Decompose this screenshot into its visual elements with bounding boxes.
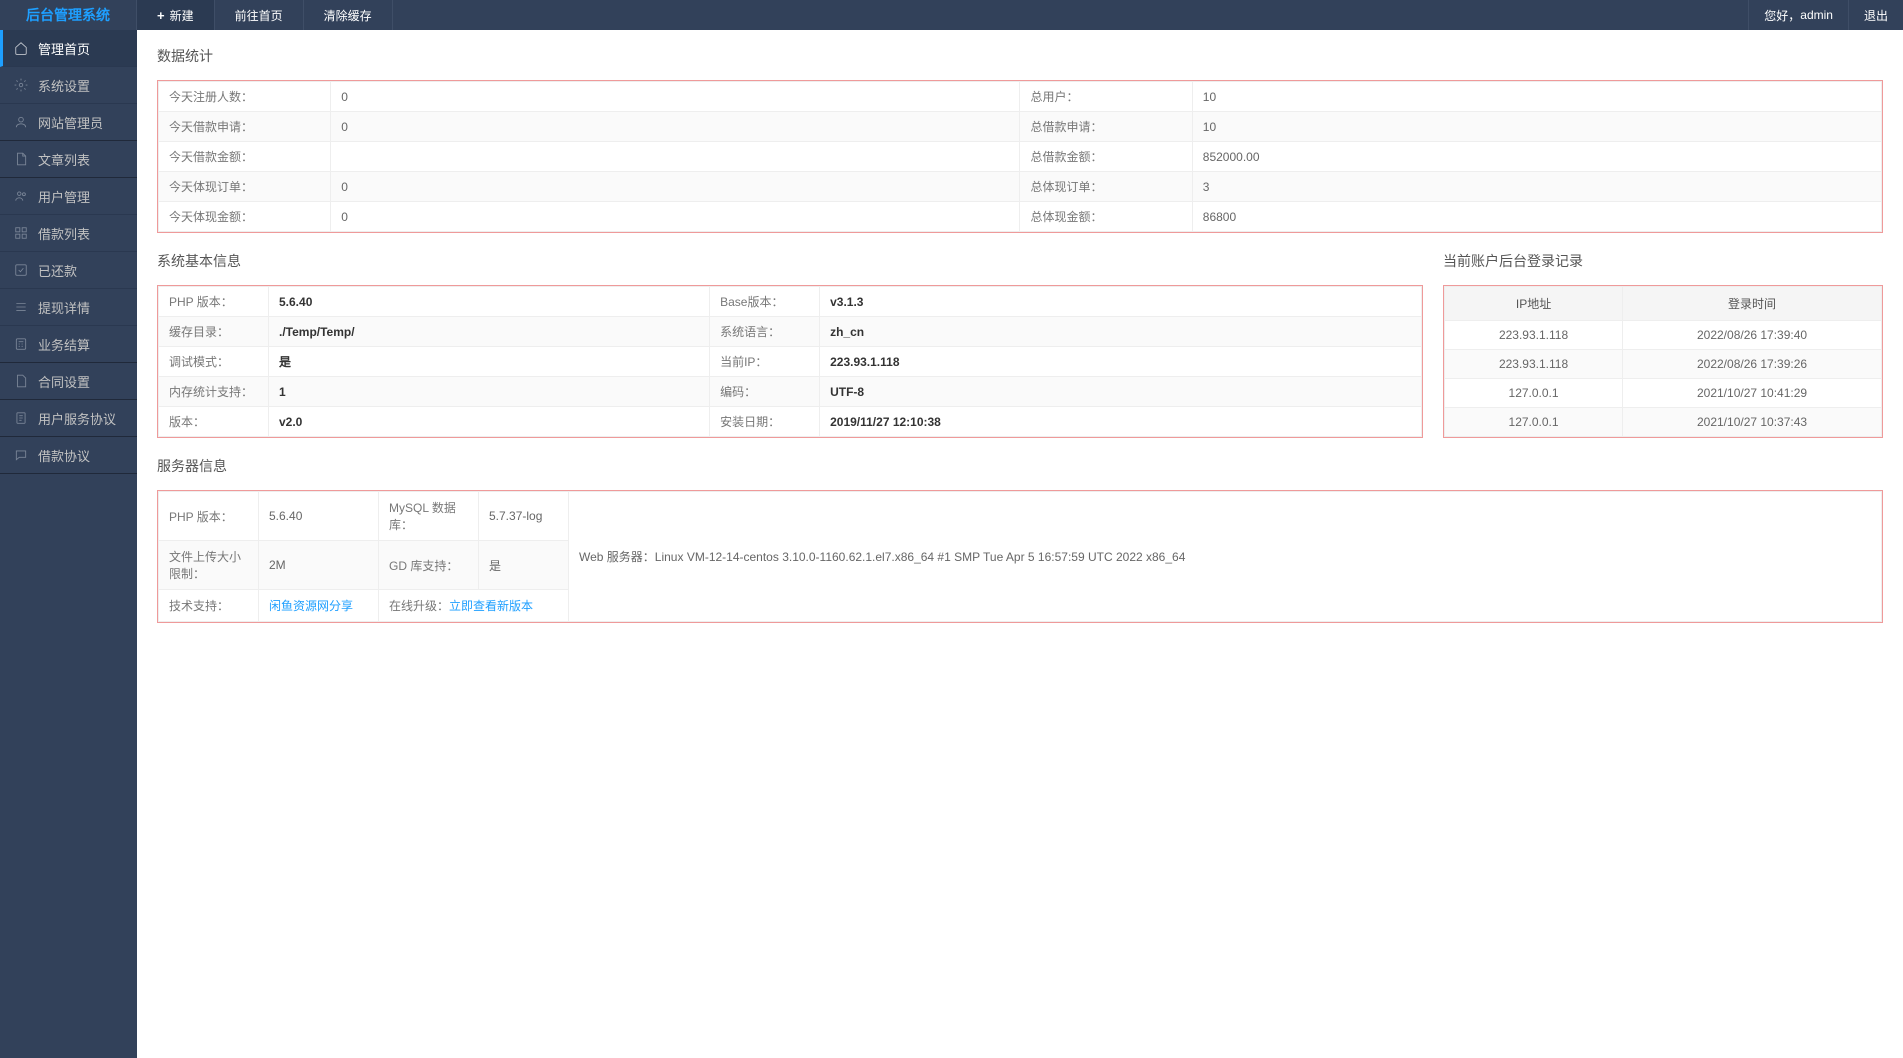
sidebar-item-users[interactable]: 用户管理 xyxy=(0,178,137,215)
sidebar-item-label: 提现详情 xyxy=(38,298,90,317)
sidebar-item-loan-agreement[interactable]: 借款协议 xyxy=(0,437,137,474)
sidebar-item-repaid[interactable]: 已还款 xyxy=(0,252,137,289)
table-row: 今天体现订单：0总体现订单：3 xyxy=(159,172,1882,202)
table-row: 127.0.0.12021/10/27 10:37:43 xyxy=(1445,408,1882,437)
table-row: 内存统计支持：1编码：UTF-8 xyxy=(159,377,1422,407)
top-right: 您好， admin 退出 xyxy=(1748,0,1903,30)
table-row: 版本：v2.0安装日期：2019/11/27 12:10:38 xyxy=(159,407,1422,437)
sidebar-item-dashboard[interactable]: 管理首页 xyxy=(0,30,137,67)
nav-homepage-button[interactable]: 前往首页 xyxy=(215,0,304,30)
sidebar-item-label: 已还款 xyxy=(38,261,77,280)
table-row: 今天借款金额：总借款金额：852000.00 xyxy=(159,142,1882,172)
table-row: PHP 版本： 5.6.40 MySQL 数据库： 5.7.37-log Web… xyxy=(159,492,1882,541)
server-table: PHP 版本： 5.6.40 MySQL 数据库： 5.7.37-log Web… xyxy=(158,491,1882,622)
top-header: 后台管理系统 + 新建 前往首页 清除缓存 您好， admin 退出 xyxy=(0,0,1903,30)
sysinfo-column: 系统基本信息 PHP 版本：5.6.40Base版本：v3.1.3 缓存目录：.… xyxy=(157,251,1423,456)
main-container: 管理首页 系统设置 网站管理员 文章列表 用户管理 借款列表 已还款 提现详情 xyxy=(0,30,1903,1058)
grid-icon xyxy=(12,224,30,242)
sidebar-item-label: 网站管理员 xyxy=(38,113,103,132)
gear-icon xyxy=(12,76,30,94)
sysinfo-title: 系统基本信息 xyxy=(157,251,1423,271)
sidebar-item-articles[interactable]: 文章列表 xyxy=(0,141,137,178)
server-box: PHP 版本： 5.6.40 MySQL 数据库： 5.7.37-log Web… xyxy=(157,490,1883,623)
document-icon xyxy=(12,150,30,168)
table-row: 127.0.0.12021/10/27 10:41:29 xyxy=(1445,379,1882,408)
sidebar-item-label: 借款协议 xyxy=(38,446,90,465)
sidebar-item-label: 借款列表 xyxy=(38,224,90,243)
sidebar-item-loans[interactable]: 借款列表 xyxy=(0,215,137,252)
login-table: IP地址登录时间 223.93.1.1182022/08/26 17:39:40… xyxy=(1444,286,1882,437)
nav-clear-cache-button[interactable]: 清除缓存 xyxy=(304,0,393,30)
top-nav: + 新建 前往首页 清除缓存 xyxy=(137,0,1748,30)
greeting-text: 您好， xyxy=(1764,7,1800,24)
sidebar-item-label: 用户管理 xyxy=(38,187,90,206)
document2-icon xyxy=(12,409,30,427)
webserver-cell: Web 服务器：Linux VM-12-14-centos 3.10.0-116… xyxy=(569,492,1882,622)
sidebar-item-user-agreement[interactable]: 用户服务协议 xyxy=(0,400,137,437)
sidebar-item-site-admin[interactable]: 网站管理员 xyxy=(0,104,137,141)
nav-new-label: 新建 xyxy=(170,7,194,24)
sidebar-item-withdraw[interactable]: 提现详情 xyxy=(0,289,137,326)
tech-support-link[interactable]: 闲鱼资源网分享 xyxy=(269,599,353,613)
upgrade-link[interactable]: 立即查看新版本 xyxy=(449,599,533,613)
table-row: 223.93.1.1182022/08/26 17:39:40 xyxy=(1445,321,1882,350)
table-row: 223.93.1.1182022/08/26 17:39:26 xyxy=(1445,350,1882,379)
app-logo: 后台管理系统 xyxy=(0,0,137,30)
home-icon xyxy=(12,39,30,57)
sidebar-item-system-settings[interactable]: 系统设置 xyxy=(0,67,137,104)
sidebar-item-label: 文章列表 xyxy=(38,150,90,169)
sysinfo-box: PHP 版本：5.6.40Base版本：v3.1.3 缓存目录：./Temp/T… xyxy=(157,285,1423,438)
upgrade-cell: 在线升级：立即查看新版本 xyxy=(379,590,569,622)
table-row: 缓存目录：./Temp/Temp/系统语言：zh_cn xyxy=(159,317,1422,347)
server-title: 服务器信息 xyxy=(157,456,1883,476)
sidebar-item-settlement[interactable]: 业务结算 xyxy=(0,326,137,363)
two-column-row: 系统基本信息 PHP 版本：5.6.40Base版本：v3.1.3 缓存目录：.… xyxy=(157,251,1883,456)
table-header-row: IP地址登录时间 xyxy=(1445,287,1882,321)
sidebar-item-label: 管理首页 xyxy=(38,39,90,58)
stats-table: 今天注册人数：0总用户：10 今天借款申请：0总借款申请：10 今天借款金额：总… xyxy=(158,81,1882,232)
message-icon xyxy=(12,446,30,464)
sysinfo-table: PHP 版本：5.6.40Base版本：v3.1.3 缓存目录：./Temp/T… xyxy=(158,286,1422,437)
main-content: 数据统计 今天注册人数：0总用户：10 今天借款申请：0总借款申请：10 今天借… xyxy=(137,30,1903,1058)
sidebar: 管理首页 系统设置 网站管理员 文章列表 用户管理 借款列表 已还款 提现详情 xyxy=(0,30,137,1058)
table-row: 今天借款申请：0总借款申请：10 xyxy=(159,112,1882,142)
file-icon xyxy=(12,372,30,390)
sidebar-item-contract[interactable]: 合同设置 xyxy=(0,363,137,400)
stats-title: 数据统计 xyxy=(157,46,1883,66)
list-icon xyxy=(12,298,30,316)
ip-header: IP地址 xyxy=(1445,287,1623,321)
table-row: PHP 版本：5.6.40Base版本：v3.1.3 xyxy=(159,287,1422,317)
sidebar-item-label: 业务结算 xyxy=(38,335,90,354)
login-title: 当前账户后台登录记录 xyxy=(1443,251,1883,271)
time-header: 登录时间 xyxy=(1623,287,1882,321)
table-row: 调试模式：是当前IP：223.93.1.118 xyxy=(159,347,1422,377)
user-icon xyxy=(12,113,30,131)
logout-button[interactable]: 退出 xyxy=(1848,0,1903,30)
sidebar-item-label: 用户服务协议 xyxy=(38,409,116,428)
sidebar-item-label: 合同设置 xyxy=(38,372,90,391)
calculator-icon xyxy=(12,335,30,353)
login-box: IP地址登录时间 223.93.1.1182022/08/26 17:39:40… xyxy=(1443,285,1883,438)
stats-box: 今天注册人数：0总用户：10 今天借款申请：0总借款申请：10 今天借款金额：总… xyxy=(157,80,1883,233)
sidebar-item-label: 系统设置 xyxy=(38,76,90,95)
user-greeting[interactable]: 您好， admin xyxy=(1748,0,1848,30)
table-row: 今天注册人数：0总用户：10 xyxy=(159,82,1882,112)
login-record-column: 当前账户后台登录记录 IP地址登录时间 223.93.1.1182022/08/… xyxy=(1443,251,1883,456)
check-icon xyxy=(12,261,30,279)
nav-new-button[interactable]: + 新建 xyxy=(137,0,215,30)
username-text: admin xyxy=(1800,8,1833,22)
users-icon xyxy=(12,187,30,205)
plus-icon: + xyxy=(157,8,165,23)
table-row: 今天体现金额：0总体现金额：86800 xyxy=(159,202,1882,232)
